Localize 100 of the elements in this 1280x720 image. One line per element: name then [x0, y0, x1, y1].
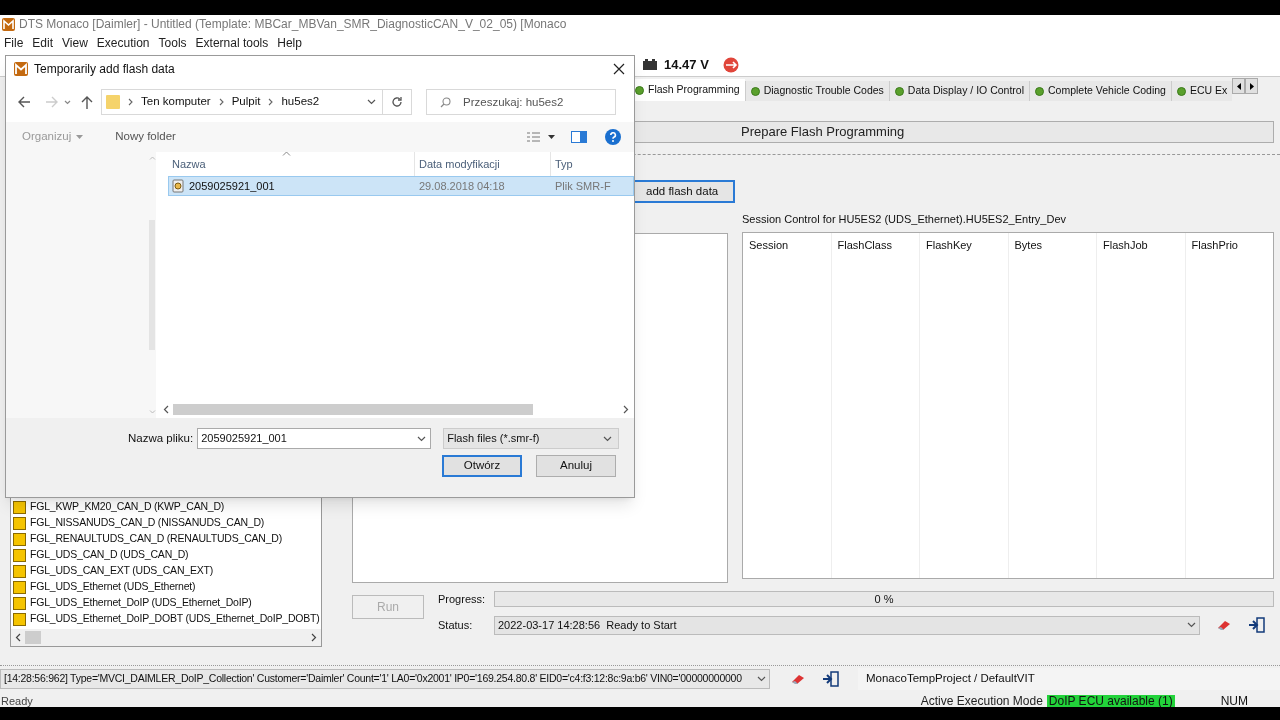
file-type-value: Flash files (*.smr-f)	[447, 431, 540, 447]
flash-file-icon	[13, 612, 26, 626]
column-header[interactable]: FlashJob	[1097, 233, 1185, 257]
import-icon[interactable]	[822, 670, 840, 687]
column-header[interactable]: FlashKey	[920, 233, 1008, 257]
column-header[interactable]: FlashPrio	[1185, 233, 1273, 257]
flash-file-icon	[13, 516, 26, 530]
status-text: Ready	[0, 695, 33, 707]
chevron-down-icon	[757, 675, 766, 682]
tree-item[interactable]: FGL_UDS_CAN_EXT (UDS_CAN_EXT)	[30, 563, 214, 579]
chevron-right-icon	[218, 98, 224, 106]
app-logo-icon	[14, 62, 28, 76]
scrollbar-thumb[interactable]	[173, 404, 533, 415]
chevron-down-icon	[417, 435, 427, 442]
session-title: Session Control for HU5ES2 (UDS_Ethernet).HU5ES2_Entry_Dev	[742, 212, 1068, 227]
column-header[interactable]: Bytes	[1008, 233, 1096, 257]
address-bar[interactable]: Ten komputer Pulpit hu5es2	[101, 89, 383, 115]
tree-item[interactable]: FGL_UDS_Ethernet (UDS_Ethernet)	[30, 579, 196, 595]
menu-item[interactable]: External tools	[192, 34, 272, 52]
log-combo[interactable]: [14:28:56:962] Type='MVCI_DAIMLER_DoIP_Collection' Customer='Daimler' Count='1' LA0='0x2001' IP0='169.254.80.8' EID0='c4:f3:12:8c:9a:b6' VIN0='00000000000	[0, 668, 770, 689]
right-triangle-icon	[1249, 82, 1254, 90]
mode-badge: DoIP ECU available (1)	[1046, 695, 1175, 707]
file-date: 29.08.2018 04:18	[418, 178, 506, 194]
progress-reading: 0 %	[874, 592, 894, 607]
preview-pane-icon[interactable]	[571, 131, 587, 143]
disconnect-icon[interactable]	[722, 56, 739, 73]
eraser-icon[interactable]	[1216, 619, 1232, 631]
scroll-right-icon[interactable]	[623, 405, 629, 414]
help-icon[interactable]	[605, 129, 621, 145]
tab[interactable]: Diagnostic Trouble Codes	[744, 81, 889, 101]
status-label: Status:	[438, 617, 474, 633]
tree-item[interactable]: FGL_NISSANUDS_CAN_D (NISSANUDS_CAN_D)	[30, 515, 265, 531]
dropdown-triangle-icon	[76, 135, 84, 139]
mode-label: Active Execution Mode	[920, 695, 1043, 707]
column-header[interactable]: Nazwa	[168, 152, 414, 176]
eraser-icon[interactable]	[790, 672, 806, 685]
flash-file-icon	[13, 548, 26, 562]
chevron-right-icon	[128, 98, 133, 106]
menu-item[interactable]: File	[1, 34, 27, 52]
window-title: DTS Monaco [Daimler] - Untitled (Template: MBCar_MBVan_SMR_DiagnosticCAN_V_02_05) [Monaco	[19, 16, 567, 33]
breadcrumb-item[interactable]: hu5es2	[281, 93, 320, 111]
column-header[interactable]: Session	[743, 233, 831, 257]
new-folder-button[interactable]: Nowy folder	[115, 128, 176, 146]
dialog-title: Temporarily add flash data	[34, 61, 175, 78]
voltage-reading: 14.47 V	[664, 55, 709, 74]
tab-label: Diagnostic Trouble Codes	[763, 83, 884, 99]
file-icon	[171, 179, 185, 193]
tree-item[interactable]: FGL_RENAULTUDS_CAN_D (RENAULTUDS_CAN_D)	[30, 531, 283, 547]
menu-item[interactable]: Edit	[29, 34, 57, 52]
search-field[interactable]: Przeszukaj: hu5es2	[426, 89, 616, 115]
flash-file-icon	[13, 596, 26, 610]
menu-item[interactable]: Help	[274, 34, 305, 52]
file-type-dropdown[interactable]: Flash files (*.smr-f)	[443, 428, 620, 449]
close-icon[interactable]	[613, 63, 625, 75]
file-row[interactable]: 2059025921_001 29.08.2018 04:18 Plik SMR-F	[168, 176, 634, 196]
import-icon[interactable]	[1248, 617, 1266, 633]
folder-icon	[106, 94, 120, 110]
tab-label: Data Display / IO Control	[907, 83, 1024, 99]
left-triangle-icon	[1236, 82, 1241, 90]
num-lock-indicator: NUM	[1220, 695, 1248, 707]
file-type: Plik SMR-F	[554, 178, 612, 194]
up-arrow-icon[interactable]	[81, 95, 93, 109]
menu-item[interactable]: Tools	[155, 34, 190, 52]
scrollbar-thumb[interactable]	[149, 220, 155, 350]
open-button[interactable]: Otwórz	[442, 455, 522, 477]
scroll-left-icon[interactable]	[163, 405, 169, 414]
filename-label: Nazwa pliku:	[128, 430, 194, 446]
recent-dropdown-icon[interactable]	[64, 99, 71, 105]
scroll-left-icon[interactable]	[15, 633, 21, 642]
tab-scroll-left-button[interactable]	[1232, 78, 1246, 94]
tree-item[interactable]: FGL_KWP_KM20_CAN_D (KWP_CAN_D)	[30, 499, 225, 515]
breadcrumb-item[interactable]: Ten komputer	[141, 93, 211, 111]
refresh-button[interactable]	[382, 89, 412, 115]
view-options-icon[interactable]	[527, 132, 555, 142]
tab-label: Flash Programming	[648, 82, 740, 98]
tab-label: ECU Ex	[1189, 83, 1228, 99]
tree-item[interactable]: FGL_UDS_Ethernet_DoIP (UDS_Ethernet_DoIP)	[30, 595, 252, 611]
filename-value: 2059025921_001	[201, 431, 287, 447]
column-header[interactable]: FlashClass	[831, 233, 919, 257]
back-arrow-icon[interactable]	[18, 96, 31, 108]
tab[interactable]: ECU Ex	[1170, 81, 1233, 101]
horizontal-scrollbar[interactable]	[11, 629, 321, 646]
scroll-right-icon[interactable]	[311, 633, 317, 642]
cancel-button[interactable]: Anuluj	[536, 455, 616, 477]
breadcrumb-item[interactable]: Pulpit	[231, 93, 261, 111]
menu-item[interactable]: View	[59, 34, 91, 52]
chevron-down-icon[interactable]	[367, 99, 376, 105]
tree-item[interactable]: FGL_UDS_Ethernet_DoIP_DOBT (UDS_Ethernet_DoIP_DOBT)	[30, 611, 320, 627]
tab-scroll-right-button[interactable]	[1245, 78, 1259, 94]
menu-item[interactable]: Execution	[93, 34, 153, 52]
filename-field[interactable]: 2059025921_001	[197, 428, 432, 449]
tab[interactable]: Complete Vehicle Coding	[1029, 81, 1171, 101]
scrollbar-thumb[interactable]	[25, 631, 41, 644]
tree-item[interactable]: FGL_UDS_CAN_D (UDS_CAN_D)	[30, 547, 189, 563]
file-name: 2059025921_001	[189, 178, 275, 194]
flash-file-icon	[13, 532, 26, 546]
status-combo[interactable]: 2022-03-17 14:28:56 Ready to Start	[494, 615, 1200, 635]
status-text: 2022-03-17 14:28:56 Ready to Start	[498, 617, 677, 633]
tab[interactable]: Data Display / IO Control	[888, 81, 1029, 101]
flash-file-icon	[13, 564, 26, 578]
